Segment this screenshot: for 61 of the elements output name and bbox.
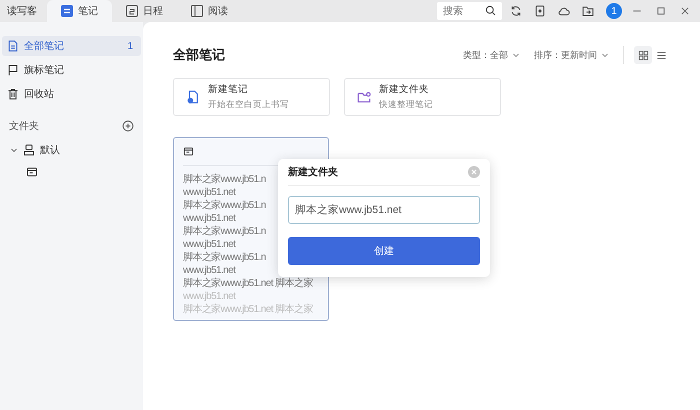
note-icon [183, 146, 194, 157]
folder-user-icon [23, 144, 35, 156]
sidebar-item[interactable]: 回收站 [2, 84, 141, 104]
sync-icon [510, 5, 522, 17]
add-folder-button[interactable] [122, 120, 134, 132]
note-preview-line: www.jb51.net [183, 264, 236, 277]
search-field[interactable]: 搜索 [437, 2, 502, 20]
note-preview-line: 脚本之家www.jb51.n [183, 173, 266, 186]
folder-item[interactable]: 默认 [0, 139, 143, 161]
book-icon [191, 5, 203, 17]
app-name: 读写客 [6, 4, 38, 18]
note-preview-line: www.jb51.net [183, 290, 236, 303]
flag-icon [7, 64, 19, 76]
tab[interactable]: 笔记 [47, 0, 112, 22]
note-preview-line: www.jb51.net [183, 186, 236, 199]
close-icon [680, 6, 690, 16]
notebook-item[interactable] [26, 166, 38, 178]
folder-icon [582, 5, 594, 17]
tab[interactable]: 日程 [112, 0, 177, 22]
card-title: 新建笔记 [208, 83, 249, 96]
document-icon [534, 5, 546, 17]
notification-badge[interactable]: 1 [606, 3, 622, 19]
note-preview-line: 脚本之家www.jb51.n [183, 251, 266, 264]
list-icon [656, 50, 666, 60]
create-button[interactable]: 创建 [288, 237, 480, 265]
grid-view-button[interactable] [634, 46, 652, 64]
sidebar-item[interactable]: 旗标笔记 [2, 60, 141, 80]
note-add-icon [186, 90, 200, 104]
maximize-icon [656, 6, 666, 16]
cloud-icon [558, 5, 570, 17]
tab[interactable]: 阅读 [177, 0, 242, 22]
note-preview-line: 脚本之家www.jb51.net 脚本之家 [183, 303, 313, 316]
trash-icon [7, 88, 19, 100]
sidebar-item[interactable]: 全部笔记 1 [2, 36, 141, 56]
folder-name-field[interactable]: 脚本之家www.jb51.net [288, 196, 480, 224]
document-icon [7, 40, 19, 52]
grid-icon [638, 50, 648, 60]
folder-add-icon [357, 90, 371, 104]
chevron-icon [10, 146, 18, 154]
folders-label: 文件夹 [9, 120, 39, 133]
calendar-icon [126, 5, 138, 17]
note-icon [61, 5, 73, 17]
card-title: 新建文件夹 [379, 83, 430, 96]
search-icon [485, 5, 496, 16]
note-preview-line: 脚本之家www.jb51.n [183, 199, 266, 212]
note-preview-line: 脚本之家www.jb51.n [183, 225, 266, 238]
note-preview-line: www.jb51.net [183, 212, 236, 225]
note-preview-line: 脚本之家www.jb51.net 脚本之家 [183, 277, 313, 290]
new-note-card[interactable]: 新建笔记 开始在空白页上书写 [173, 78, 330, 116]
add-icon [122, 120, 134, 132]
filter-dropdown[interactable]: 排序：更新时间 [534, 48, 609, 62]
note-preview-line: www.jb51.net [183, 238, 236, 251]
card-subtitle: 开始在空白页上书写 [208, 99, 289, 111]
card-subtitle: 快速整理笔记 [379, 99, 433, 111]
chevron-icon [512, 51, 520, 59]
new-folder-card[interactable]: 新建文件夹 快速整理笔记 [344, 78, 501, 116]
filter-dropdown[interactable]: 类型：全部 [463, 48, 520, 62]
chevron-icon [601, 51, 609, 59]
notebook-icon [26, 166, 38, 178]
close-icon [471, 169, 477, 175]
page-title: 全部笔记 [173, 46, 226, 64]
